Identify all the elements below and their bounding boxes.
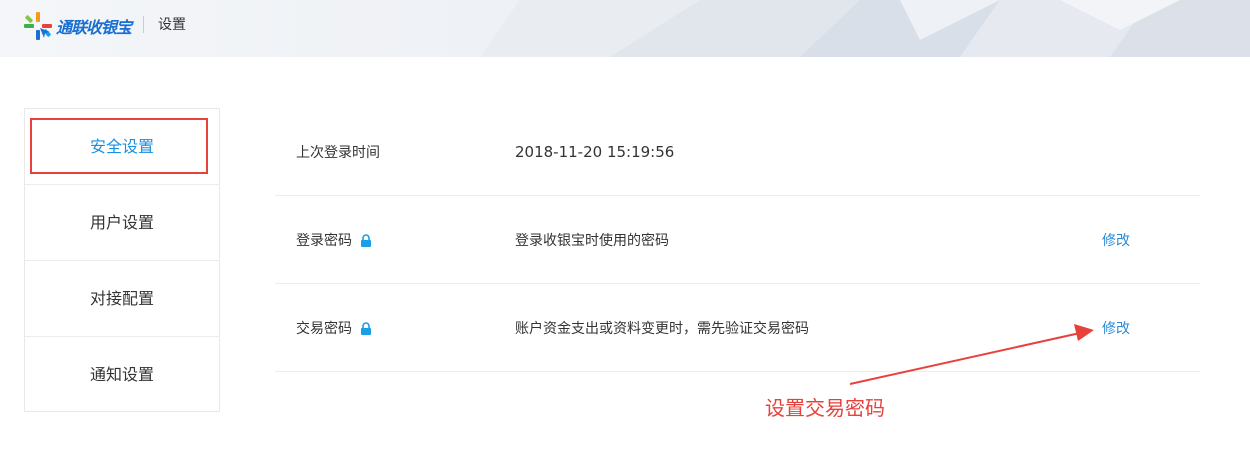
row-transaction-password: 交易密码 账户资金支出或资料变更时，需先验证交易密码 修改 bbox=[275, 284, 1200, 372]
page-title: 设置 bbox=[158, 17, 186, 33]
logo[interactable]: 通联收银宝 bbox=[22, 10, 132, 42]
transaction-password-description: 账户资金支出或资料变更时，需先验证交易密码 bbox=[515, 321, 809, 337]
lock-icon bbox=[361, 321, 371, 335]
login-password-description: 登录收银宝时使用的密码 bbox=[515, 233, 669, 249]
modify-transaction-password-link[interactable]: 修改 bbox=[1102, 284, 1130, 372]
header-background-pattern bbox=[480, 0, 1250, 57]
row-label-text: 登录密码 bbox=[296, 233, 352, 249]
lock-icon bbox=[361, 233, 371, 247]
logo-text: 通联收银宝 bbox=[56, 18, 132, 37]
last-login-value: 2018-11-20 15:19:56 bbox=[515, 143, 675, 161]
sidebar-item-security-settings[interactable]: 安全设置 bbox=[25, 109, 219, 185]
sidebar-item-notification-settings[interactable]: 通知设置 bbox=[25, 337, 219, 413]
header-divider bbox=[143, 16, 144, 33]
row-login-password: 登录密码 登录收银宝时使用的密码 修改 bbox=[275, 196, 1200, 284]
row-label-container: 交易密码 bbox=[296, 284, 372, 372]
top-header: 通联收银宝 设置 bbox=[0, 0, 1250, 57]
row-label-text: 交易密码 bbox=[296, 321, 352, 337]
sidebar-item-user-settings[interactable]: 用户设置 bbox=[25, 185, 219, 261]
logo-mark-icon bbox=[24, 12, 52, 40]
row-label-container: 登录密码 bbox=[296, 196, 372, 284]
modify-login-password-link[interactable]: 修改 bbox=[1102, 196, 1130, 284]
row-label: 上次登录时间 bbox=[296, 145, 380, 161]
row-last-login-time: 上次登录时间 2018-11-20 15:19:56 bbox=[275, 108, 1200, 196]
settings-sidebar: 安全设置 用户设置 对接配置 通知设置 bbox=[24, 108, 220, 412]
sidebar-item-integration-config[interactable]: 对接配置 bbox=[25, 261, 219, 337]
annotation-label: 设置交易密码 bbox=[765, 396, 885, 420]
